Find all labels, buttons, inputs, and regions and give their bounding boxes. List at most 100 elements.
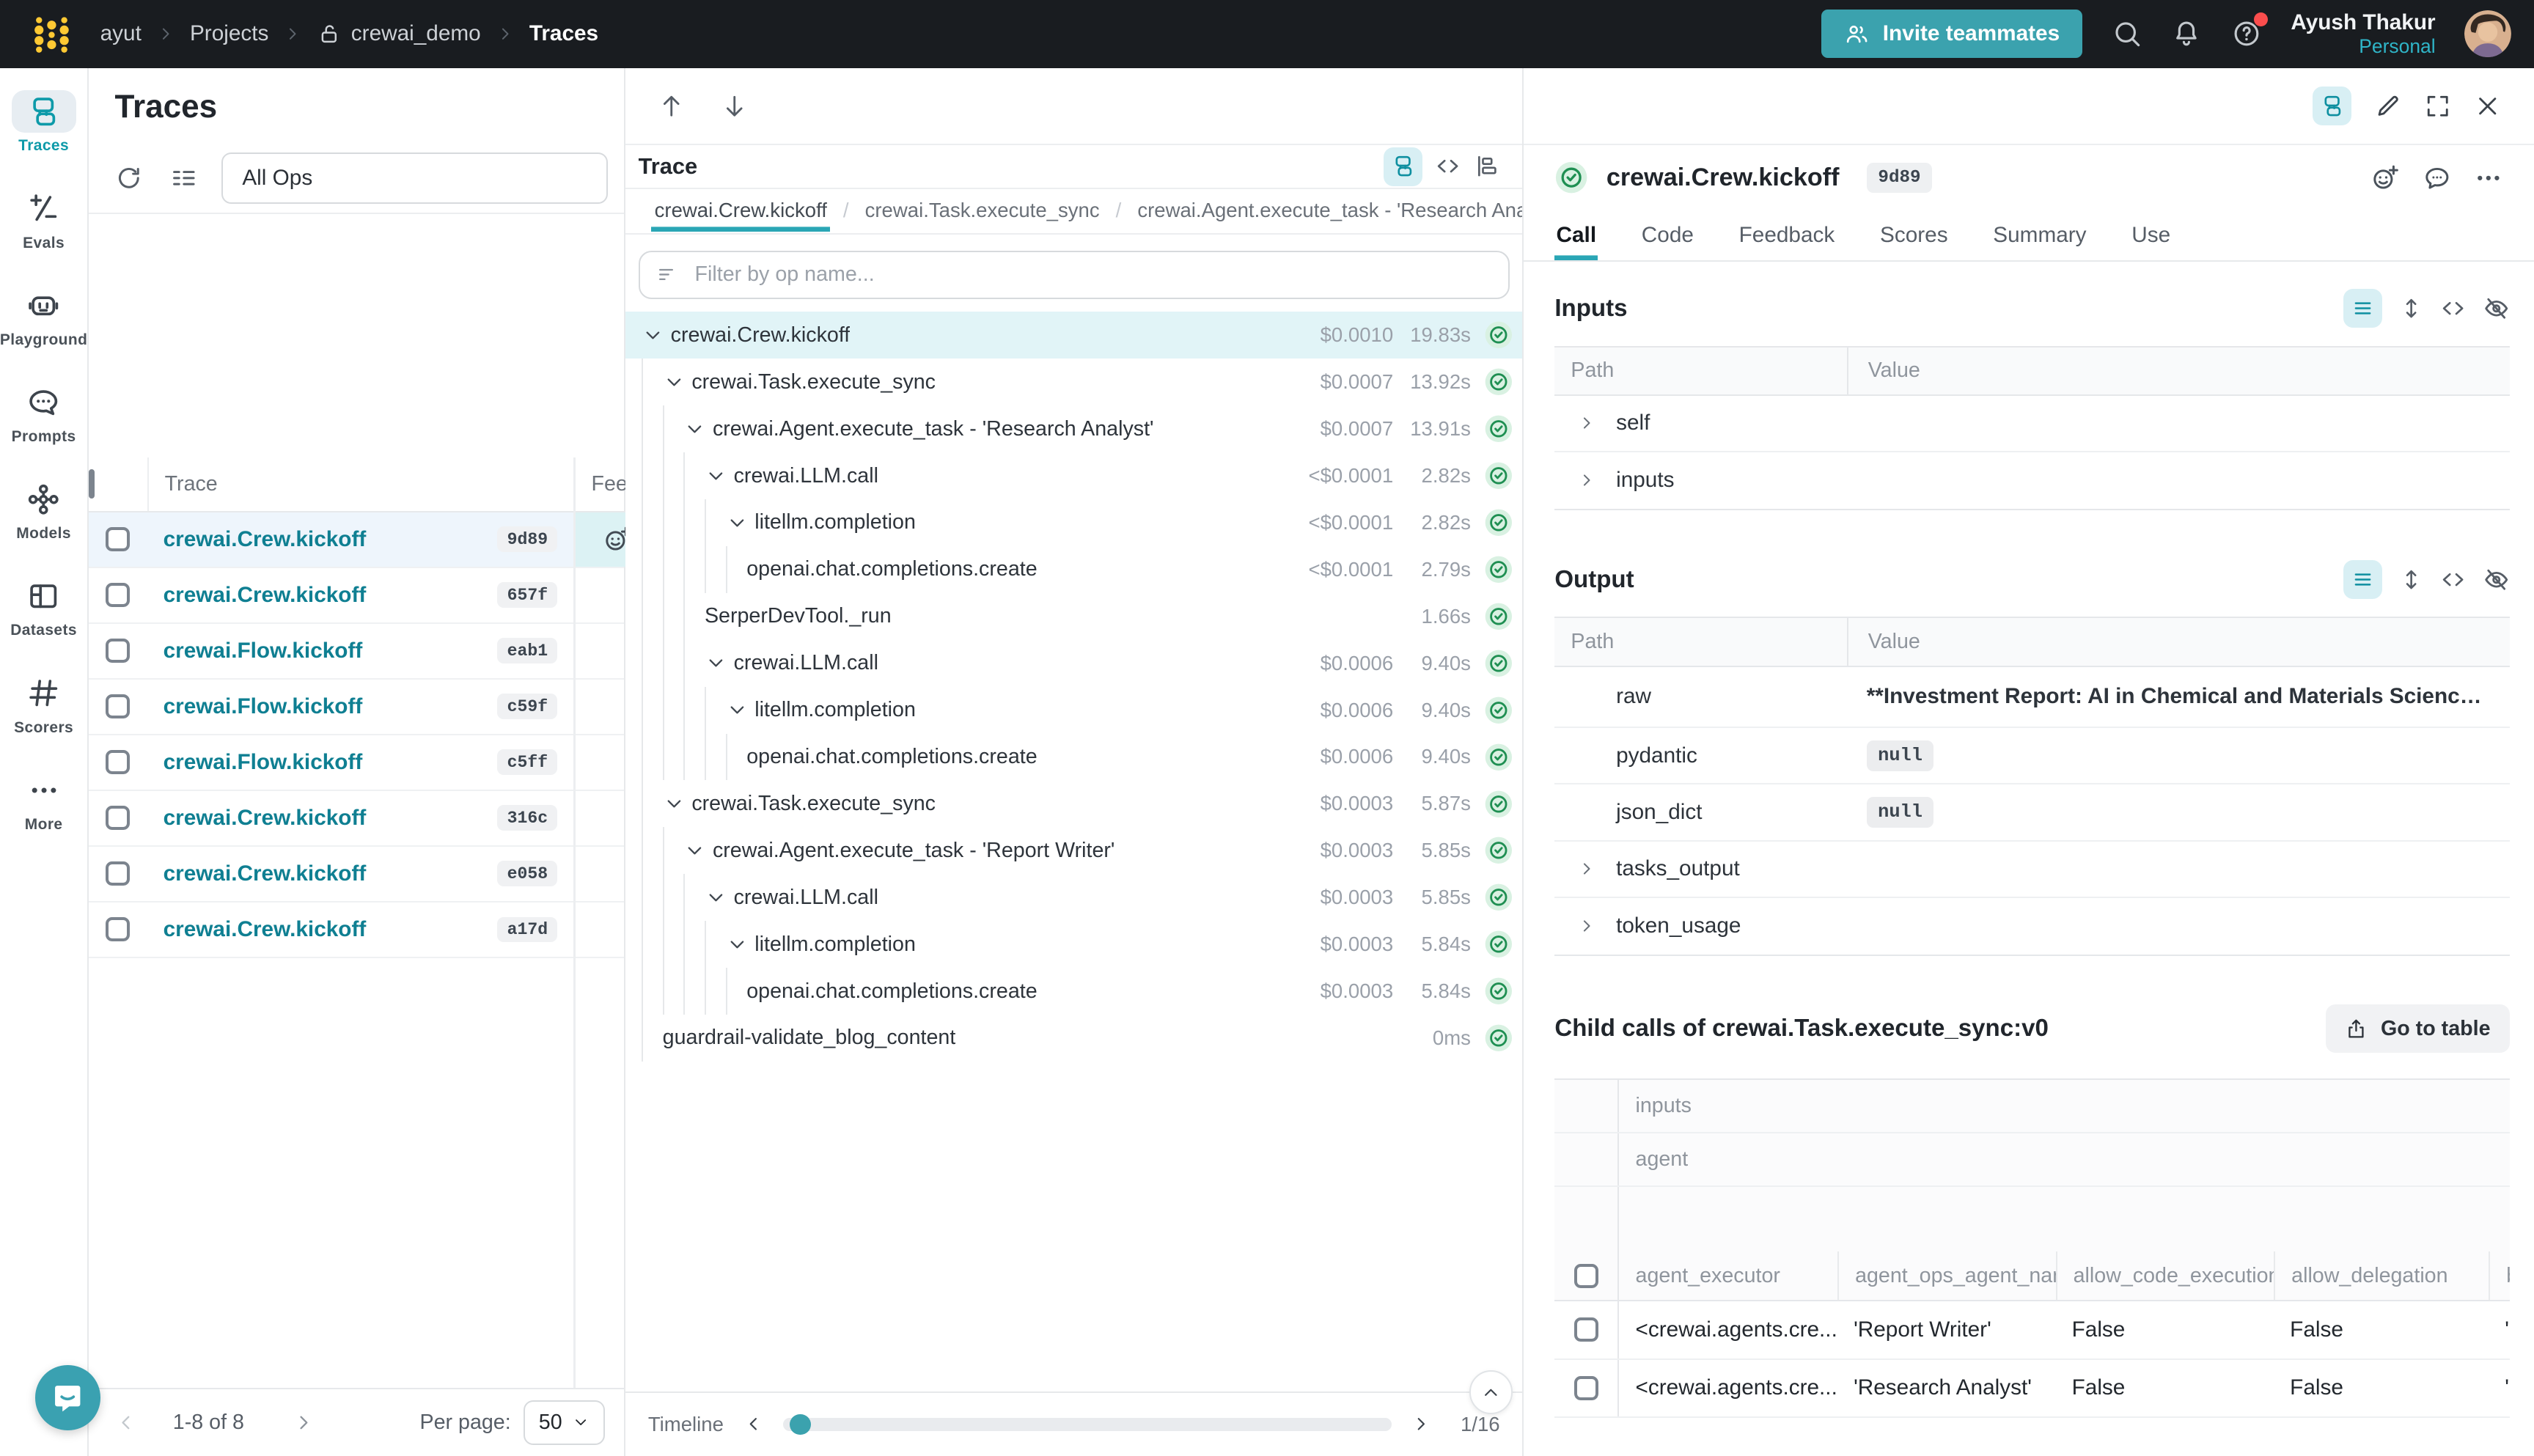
sidebar-item-playground[interactable]: Playground: [0, 284, 88, 381]
call-id-badge[interactable]: 9d89: [1867, 163, 1932, 192]
support-chat-button[interactable]: [35, 1365, 100, 1430]
chevron-down-icon[interactable]: [683, 839, 706, 862]
timeline-prev-icon[interactable]: [743, 1413, 764, 1435]
tree-row[interactable]: crewai.LLM.call $0.0003 5.85s: [625, 874, 1522, 921]
add-emoji-icon[interactable]: [2370, 163, 2400, 193]
tree-row[interactable]: openai.chat.completions.create <$0.0001 …: [625, 546, 1522, 593]
edit-pencil-icon[interactable]: [2374, 92, 2401, 120]
select-all-checkbox[interactable]: [1574, 1264, 1598, 1288]
select-all-checkbox[interactable]: [89, 469, 95, 499]
tree-row[interactable]: crewai.Agent.execute_task - 'Report Writ…: [625, 827, 1522, 874]
trace-name-link[interactable]: crewai.Crew.kickoff: [164, 527, 367, 552]
breadcrumb-project[interactable]: crewai_demo: [317, 21, 481, 46]
trace-name-link[interactable]: crewai.Flow.kickoff: [164, 750, 363, 775]
tree-row[interactable]: litellm.completion <$0.0001 2.82s: [625, 499, 1522, 546]
input-row-self[interactable]: self: [1554, 396, 2510, 452]
op-filter-input[interactable]: [691, 261, 1492, 288]
trace-name-link[interactable]: crewai.Crew.kickoff: [164, 583, 367, 608]
row-checkbox[interactable]: [106, 861, 130, 886]
sidebar-item-traces[interactable]: Traces: [0, 90, 88, 187]
tree-view-icon[interactable]: [1384, 147, 1422, 186]
column-header[interactable]: agent_ops_agent_nan: [1837, 1251, 2056, 1300]
tree-row[interactable]: crewai.Agent.execute_task - 'Research An…: [625, 405, 1522, 452]
row-checkbox[interactable]: [106, 583, 130, 607]
invite-teammates-button[interactable]: Invite teammates: [1821, 10, 2082, 58]
column-header[interactable]: agent_executor: [1619, 1251, 1837, 1300]
wandb-logo-icon[interactable]: [32, 13, 71, 55]
chevron-down-icon[interactable]: [663, 793, 686, 815]
table-row[interactable]: crewai.Flow.kickoff eab1: [89, 624, 624, 680]
code-view-icon[interactable]: [2440, 567, 2466, 592]
row-checkbox[interactable]: [1574, 1376, 1598, 1400]
chevron-down-icon[interactable]: [705, 886, 727, 909]
sidebar-item-prompts[interactable]: Prompts: [0, 381, 88, 478]
code-view-icon[interactable]: [2440, 295, 2466, 321]
timeline-next-icon[interactable]: [1411, 1413, 1432, 1435]
table-row[interactable]: crewai.Crew.kickoff a17d: [89, 902, 624, 958]
output-row-token-usage[interactable]: token_usage: [1554, 898, 2510, 955]
column-header[interactable]: b: [2489, 1251, 2510, 1300]
user-info[interactable]: Ayush Thakur Personal: [2291, 10, 2435, 58]
notifications-bell-icon[interactable]: [2171, 18, 2202, 49]
help-icon[interactable]: [2231, 18, 2262, 49]
breadcrumb-projects[interactable]: Projects: [190, 21, 268, 46]
sidebar-item-datasets[interactable]: Datasets: [0, 576, 88, 672]
chevron-down-icon[interactable]: [726, 512, 749, 534]
tab-use[interactable]: Use: [2130, 210, 2172, 261]
trace-column-header[interactable]: Trace: [147, 457, 574, 511]
per-page-select[interactable]: 50: [524, 1400, 604, 1446]
sidebar-item-evals[interactable]: Evals: [0, 188, 88, 284]
tree-row[interactable]: SerperDevTool._run 1.66s: [625, 593, 1522, 640]
table-row[interactable]: <crewai.agents.cre... 'Research Analyst'…: [1554, 1360, 2510, 1418]
chevron-down-icon[interactable]: [642, 324, 664, 347]
columns-settings-button[interactable]: [166, 161, 202, 196]
column-header[interactable]: allow_code_execution: [2056, 1251, 2274, 1300]
tree-row[interactable]: guardrail-validate_blog_content 0ms: [625, 1015, 1522, 1062]
chevron-down-icon[interactable]: [726, 933, 749, 956]
tree-row[interactable]: openai.chat.completions.create $0.0003 5…: [625, 968, 1522, 1015]
hide-values-eye-off-icon[interactable]: [2483, 566, 2510, 593]
path-tab[interactable]: crewai.Agent.execute_task - 'Research An…: [1134, 196, 1523, 232]
trace-name-link[interactable]: crewai.Crew.kickoff: [164, 806, 367, 831]
tab-call[interactable]: Call: [1554, 210, 1598, 261]
tab-feedback[interactable]: Feedback: [1737, 210, 1836, 261]
path-tab[interactable]: crewai.Crew.kickoff: [651, 196, 830, 232]
chevron-right-icon[interactable]: [1577, 471, 1596, 490]
output-row-pydantic[interactable]: pydantic null: [1554, 728, 2510, 784]
row-checkbox[interactable]: [106, 917, 130, 941]
trace-name-link[interactable]: crewai.Crew.kickoff: [164, 917, 367, 942]
table-row[interactable]: crewai.Crew.kickoff e058: [89, 847, 624, 902]
refresh-button[interactable]: [111, 161, 147, 196]
chevron-down-icon[interactable]: [683, 418, 706, 441]
tab-summary[interactable]: Summary: [1991, 210, 2088, 261]
trace-name-link[interactable]: crewai.Flow.kickoff: [164, 639, 363, 663]
trace-name-link[interactable]: crewai.Crew.kickoff: [164, 861, 367, 886]
output-row-raw[interactable]: raw **Investment Report: AI in Chemical …: [1554, 667, 2510, 729]
sidebar-item-models[interactable]: Models: [0, 478, 88, 575]
flame-graph-icon[interactable]: [1474, 153, 1499, 179]
close-icon[interactable]: [2474, 92, 2501, 120]
row-checkbox[interactable]: [106, 806, 130, 830]
table-row[interactable]: <crewai.agents.cre... 'Report Writer' Fa…: [1554, 1301, 2510, 1359]
row-checkbox[interactable]: [106, 527, 130, 551]
list-view-icon[interactable]: [2343, 289, 2382, 328]
table-row[interactable]: crewai.Flow.kickoff c5ff: [89, 735, 624, 791]
code-view-icon[interactable]: [1435, 153, 1461, 179]
row-checkbox[interactable]: [1574, 1317, 1598, 1342]
chevron-right-icon[interactable]: [1577, 413, 1596, 433]
prev-call-arrow-up-button[interactable]: [655, 89, 688, 122]
fullscreen-icon[interactable]: [2424, 92, 2451, 120]
chevron-down-icon[interactable]: [705, 652, 727, 674]
timeline-slider[interactable]: [783, 1418, 1392, 1431]
tab-code[interactable]: Code: [1640, 210, 1696, 261]
row-checkbox[interactable]: [106, 694, 130, 718]
next-call-arrow-down-button[interactable]: [718, 89, 752, 122]
tab-scores[interactable]: Scores: [1879, 210, 1950, 261]
column-header[interactable]: allow_delegation: [2274, 1251, 2489, 1300]
avatar[interactable]: [2464, 10, 2511, 57]
table-row[interactable]: crewai.Flow.kickoff c59f: [89, 680, 624, 735]
sidebar-item-more[interactable]: More: [0, 769, 88, 866]
breadcrumb-entity[interactable]: ayut: [100, 21, 142, 46]
chevron-right-icon[interactable]: [1577, 859, 1596, 878]
search-icon[interactable]: [2112, 18, 2142, 49]
